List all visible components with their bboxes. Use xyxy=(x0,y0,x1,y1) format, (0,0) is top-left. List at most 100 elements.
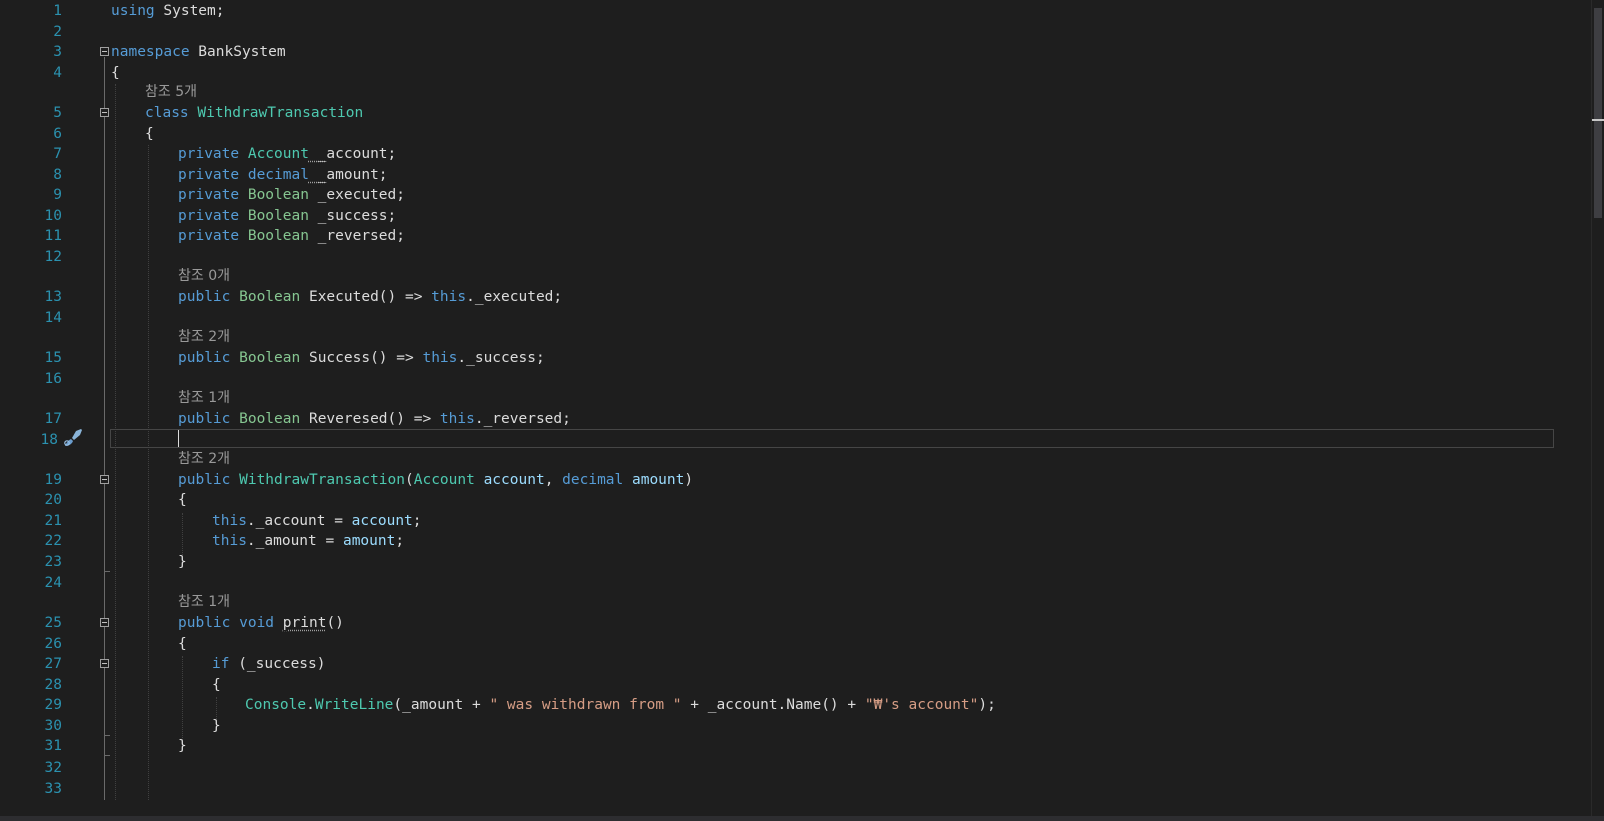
code-text: ) xyxy=(684,472,694,488)
keyword-token: using xyxy=(111,3,155,19)
keyword-token: this xyxy=(431,411,475,427)
code-line[interactable]: 20 { xyxy=(0,490,1588,511)
code-line[interactable]: 4 { xyxy=(0,63,1588,84)
keyword-token: public xyxy=(178,615,231,631)
codelens-references[interactable]: 참조 2개 xyxy=(178,327,230,347)
line-number: 18 xyxy=(40,432,58,448)
code-text: _success; xyxy=(308,208,397,224)
parameter-token: amount xyxy=(623,472,685,488)
type-token: Boolean xyxy=(230,411,301,427)
horizontal-scrollbar[interactable] xyxy=(0,816,1604,821)
code-text: } xyxy=(178,738,187,754)
type-token: Account xyxy=(239,146,309,162)
code-text: + _account.Name() + xyxy=(681,697,857,713)
code-text: ._success; xyxy=(457,350,545,366)
type-token: Boolean xyxy=(230,350,301,366)
line-number: 29 xyxy=(44,697,62,713)
line-number: 4 xyxy=(53,65,62,81)
code-line[interactable]: 15 public Boolean Success() => this._suc… xyxy=(0,348,1588,369)
codelens-references[interactable]: 참조 0개 xyxy=(178,266,230,286)
code-text: } xyxy=(212,718,221,734)
line-number: 7 xyxy=(53,146,62,162)
code-line[interactable]: 33 xyxy=(0,779,1588,800)
code-text: _ xyxy=(308,146,327,162)
type-token: Account xyxy=(413,472,475,488)
code-line[interactable]: 19 public WithdrawTransaction(Account ac… xyxy=(0,470,1588,491)
code-line[interactable]: 23 } xyxy=(0,552,1588,573)
code-text: { xyxy=(111,65,120,81)
code-line[interactable]: 25 public void print() xyxy=(0,613,1588,634)
code-line[interactable]: 30 } xyxy=(0,716,1588,737)
line-number: 22 xyxy=(44,533,62,549)
method-token: print xyxy=(282,615,327,631)
line-number: 2 xyxy=(53,24,62,40)
codelens-references[interactable]: 참조 1개 xyxy=(178,592,230,612)
code-text: { xyxy=(178,636,187,652)
code-line[interactable]: 21 this._account = account; xyxy=(0,511,1588,532)
keyword-token: private xyxy=(178,187,240,203)
keyword-token: namespace xyxy=(111,44,190,60)
code-line[interactable]: 9 private Boolean _executed; xyxy=(0,185,1588,206)
line-number: 10 xyxy=(44,208,62,224)
code-line[interactable]: 16 xyxy=(0,369,1588,390)
codelens-references[interactable]: 참조 1개 xyxy=(178,388,230,408)
codelens-references[interactable]: 참조 2개 xyxy=(178,449,230,469)
line-number: 15 xyxy=(44,350,62,366)
keyword-token: decimal xyxy=(553,472,624,488)
code-line[interactable]: 1 using System; xyxy=(0,1,1588,22)
code-line[interactable]: 6 { xyxy=(0,124,1588,145)
keyword-token: private xyxy=(178,167,240,183)
line-number: 13 xyxy=(44,289,62,305)
code-line[interactable]: 17 public Boolean Reveresed() => this._r… xyxy=(0,409,1588,430)
code-line[interactable]: 13 public Boolean Executed() => this._ex… xyxy=(0,287,1588,308)
method-token: WriteLine xyxy=(314,697,394,713)
code-line[interactable]: 24 xyxy=(0,573,1588,594)
code-line[interactable]: 8 private decimal _amount; xyxy=(0,165,1588,186)
line-number: 31 xyxy=(44,738,62,754)
code-text: Executed() => xyxy=(300,289,423,305)
code-text: { xyxy=(145,126,154,142)
code-line[interactable]: 12 xyxy=(0,247,1588,268)
code-line[interactable]: 5 class WithdrawTransaction xyxy=(0,103,1588,124)
parameter-token: account xyxy=(474,472,545,488)
code-line[interactable]: 32 xyxy=(0,758,1588,779)
codelens-references[interactable]: 참조 5개 xyxy=(145,82,197,102)
code-text: (_amount + xyxy=(393,697,481,713)
vertical-scrollbar[interactable] xyxy=(1591,0,1604,821)
code-line[interactable]: 31 } xyxy=(0,736,1588,757)
code-text: BankSystem xyxy=(189,44,286,60)
code-text: (_success) xyxy=(229,656,326,672)
code-line[interactable]: 10 private Boolean _success; xyxy=(0,206,1588,227)
code-editor[interactable]: 참조 5개 참조 0개 참조 2개 참조 1개 참조 2개 참조 1개 1 us… xyxy=(0,0,1604,821)
line-number: 12 xyxy=(44,249,62,265)
code-line[interactable]: 28 { xyxy=(0,675,1588,696)
code-line[interactable]: 14 xyxy=(0,308,1588,329)
scrollbar-caret-marker xyxy=(1592,119,1604,121)
code-text: Reveresed() => xyxy=(300,411,432,427)
code-text: ; xyxy=(412,513,422,529)
line-number: 19 xyxy=(44,472,62,488)
code-line[interactable]: 3 namespace BankSystem xyxy=(0,42,1588,63)
code-line[interactable]: 2 xyxy=(0,22,1588,43)
type-token: WithdrawTransaction xyxy=(188,105,364,121)
code-text: . xyxy=(306,697,315,713)
code-line[interactable]: 27 if (_success) xyxy=(0,654,1588,675)
code-text: _reversed; xyxy=(308,228,405,244)
code-line[interactable]: 26 { xyxy=(0,634,1588,655)
code-text: ( xyxy=(405,472,414,488)
code-line-current[interactable]: 18 xyxy=(0,430,1588,451)
keyword-token: decimal xyxy=(239,167,309,183)
code-line[interactable]: 29 Console.WriteLine(_amount + " was wit… xyxy=(0,695,1588,716)
type-token: Boolean xyxy=(239,208,309,224)
code-text: () xyxy=(326,615,344,631)
code-line[interactable]: 7 private Account _account; xyxy=(0,144,1588,165)
parameter-token: amount xyxy=(334,533,396,549)
code-line[interactable]: 22 this._amount = amount; xyxy=(0,531,1588,552)
line-number: 27 xyxy=(44,656,62,672)
scrollbar-thumb[interactable] xyxy=(1594,8,1602,218)
keyword-token: public xyxy=(178,472,231,488)
code-line[interactable]: 11 private Boolean _reversed; xyxy=(0,226,1588,247)
code-text: _executed; xyxy=(308,187,405,203)
line-number: 6 xyxy=(53,126,62,142)
